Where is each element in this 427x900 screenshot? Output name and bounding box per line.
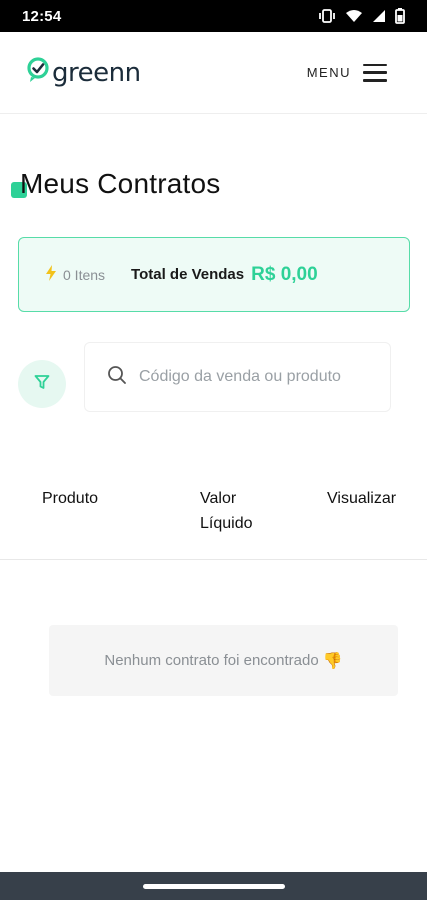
greenn-logo[interactable]: greenn — [26, 57, 141, 88]
table-header: Produto Valor Líquido Visualizar — [0, 486, 427, 560]
logo-text: greenn — [52, 57, 141, 88]
search-input[interactable] — [139, 368, 379, 386]
status-bar: 12:54 — [0, 0, 427, 32]
menu-label: MENU — [306, 65, 351, 80]
search-icon — [107, 365, 127, 390]
items-count-label: 0 Itens — [63, 266, 106, 283]
sales-summary-card: 0 Itens Total de Vendas R$ 0,00 — [18, 237, 410, 312]
logo-check-icon — [26, 57, 50, 88]
thumbs-down-icon: 👎 — [322, 652, 343, 670]
items-count: 0 Itens — [45, 265, 105, 284]
status-icons — [318, 8, 405, 24]
vibrate-icon — [318, 9, 336, 23]
total-sales-label: Total de Vendas — [131, 266, 245, 283]
app-header: greenn MENU — [0, 32, 427, 114]
filter-button[interactable] — [18, 360, 66, 408]
column-header-visualizar[interactable]: Visualizar — [327, 486, 396, 511]
page-title: Meus Contratos — [20, 168, 221, 199]
empty-state-message: Nenhum contrato foi encontrado 👎 — [49, 625, 398, 696]
filter-icon — [34, 374, 50, 395]
lightning-icon — [45, 265, 57, 284]
total-sales-value: R$ 0,00 — [251, 263, 318, 285]
menu-button[interactable]: MENU — [306, 63, 387, 82]
status-time: 12:54 — [22, 7, 62, 25]
system-navigation-bar — [0, 872, 427, 900]
column-header-valor-liquido[interactable]: Valor Líquido — [200, 486, 280, 536]
empty-state-text: Nenhum contrato foi encontrado — [104, 652, 319, 669]
hamburger-icon — [363, 63, 387, 82]
wifi-icon — [345, 9, 363, 23]
signal-icon — [372, 9, 386, 23]
search-box — [84, 342, 391, 412]
battery-icon — [395, 8, 405, 24]
column-header-produto[interactable]: Produto — [42, 486, 98, 511]
home-gesture-handle[interactable] — [142, 883, 285, 889]
